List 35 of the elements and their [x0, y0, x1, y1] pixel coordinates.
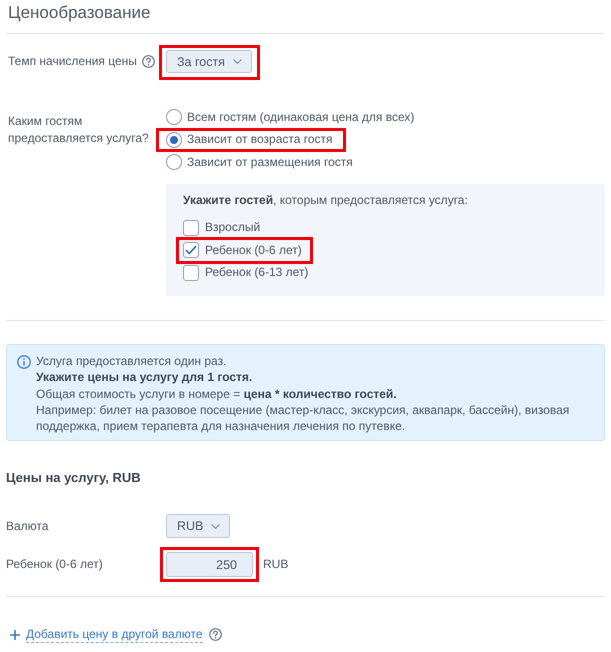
help-icon[interactable] [142, 55, 155, 68]
page-title: Ценообразование [7, 2, 152, 24]
info-text: Услуга предоставляется один раз. [36, 353, 226, 370]
info-text: Общая стоимость услуги в номере = цена * количество гостей. [36, 386, 397, 402]
currency-dropdown[interactable]: RUB [166, 514, 230, 538]
caret-icon [211, 524, 220, 529]
add-currency-link[interactable]: Добавить цену в другой валюте [26, 626, 203, 644]
check-icon [185, 245, 197, 256]
info-text: Например: билет на разовое посещение (мастер-класс, экскурсия, аквапарк, бассейн), визовая поддержка, прием терапевта для назначения лечения по путевке. [36, 402, 570, 434]
checkbox[interactable] [183, 242, 199, 258]
radio-button[interactable] [166, 132, 182, 148]
rate-dropdown[interactable]: За гостя [166, 50, 252, 73]
radio-label: Всем гостям (одинаковая цена для всех) [187, 108, 414, 126]
field-label: Валюта [6, 518, 48, 535]
checkbox[interactable] [183, 220, 199, 236]
radio-label: Зависит от возраста гостя [187, 131, 333, 148]
radio-button[interactable] [166, 154, 182, 170]
plus-icon[interactable] [10, 630, 20, 640]
field-label: Ребенок (0-6 лет) [6, 556, 103, 574]
checkbox-label: Взрослый [205, 219, 260, 236]
radio-label: Зависит от размещения гостя [187, 154, 353, 171]
info-text: Укажите цены на услугу для 1 гостя. [36, 369, 252, 386]
checkbox-label: Ребенок (0-6 лет) [205, 242, 302, 259]
checkbox-label: Ребенок (6-13 лет) [205, 264, 308, 282]
section-heading: Цены на услугу, RUB [6, 469, 141, 488]
price-input[interactable]: 250 [166, 552, 253, 578]
help-icon[interactable] [208, 628, 222, 642]
info-icon [17, 355, 31, 369]
field-label: Темп начисления цены [8, 53, 137, 70]
checkbox[interactable] [183, 264, 199, 281]
caret-icon [232, 59, 242, 64]
field-label: Каким гостям предоставляется услуга? [8, 113, 150, 147]
currency-unit: RUB [263, 556, 288, 574]
panel-heading: Укажите гостей, которым предоставляется услуга: [183, 192, 468, 208]
radio-button[interactable] [166, 109, 182, 126]
